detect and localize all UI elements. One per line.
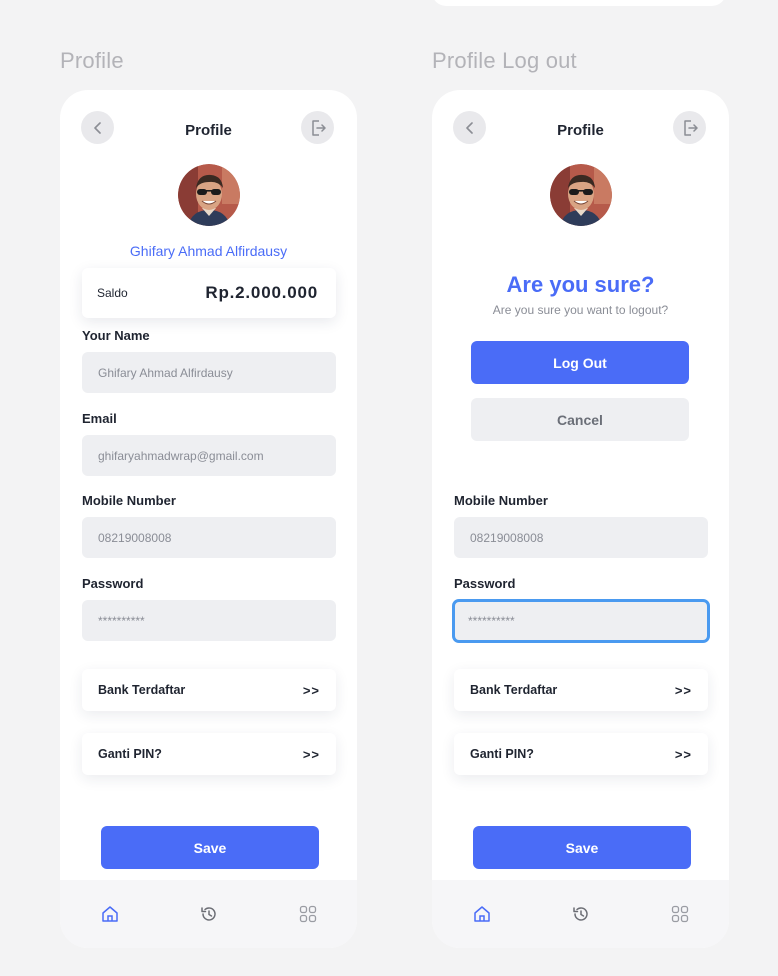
logout-icon-button[interactable] — [301, 111, 334, 144]
avatar — [550, 164, 612, 226]
nav-history[interactable] — [561, 894, 601, 934]
frame-title-logout: Profile Log out — [432, 48, 577, 73]
save-button[interactable]: Save — [101, 826, 319, 869]
balance-label: Saldo — [97, 286, 128, 300]
ganti-pin-row[interactable]: Ganti PIN? >> — [82, 733, 336, 775]
double-chevron-right-icon: >> — [674, 746, 692, 762]
avatar — [178, 164, 240, 226]
save-button[interactable]: Save — [473, 826, 691, 869]
previous-frame-edge — [432, 0, 726, 6]
double-chevron-right-icon: >> — [302, 746, 320, 762]
user-photo — [178, 164, 240, 226]
ganti-pin-row[interactable]: Ganti PIN? >> — [454, 733, 708, 775]
mobile-field[interactable] — [454, 517, 708, 558]
name-field[interactable] — [82, 352, 336, 393]
confirm-logout-button[interactable]: Log Out — [471, 341, 689, 384]
nav-menu[interactable] — [288, 894, 328, 934]
logout-door-icon — [311, 119, 326, 136]
password-label: Password — [82, 576, 144, 591]
user-photo — [550, 164, 612, 226]
balance-card: Saldo Rp.2.000.000 — [82, 268, 336, 318]
logout-dialog-title: Are you sure? — [506, 272, 655, 297]
frame-title-profile: Profile — [60, 48, 124, 73]
nav-history[interactable] — [189, 894, 229, 934]
user-name: Ghifary Ahmad Alfirdausy — [129, 243, 288, 259]
nav-menu[interactable] — [660, 894, 700, 934]
logout-door-icon — [683, 119, 698, 136]
mobile-label: Mobile Number — [454, 493, 548, 508]
balance-value: Rp.2.000.000 — [205, 283, 318, 302]
history-icon — [200, 907, 216, 921]
password-field[interactable] — [82, 600, 336, 641]
bank-terdaftar-row[interactable]: Bank Terdaftar >> — [454, 669, 708, 711]
double-chevron-right-icon: >> — [674, 682, 692, 698]
name-label: Your Name — [82, 328, 150, 343]
logout-icon-button[interactable] — [673, 111, 706, 144]
mobile-field[interactable] — [82, 517, 336, 558]
pin-row-label: Ganti PIN? — [98, 747, 162, 761]
grid-icon — [671, 905, 688, 923]
nav-home[interactable] — [90, 894, 130, 934]
profile-screen: Profile Ghifary Ahmad Alfirdausy Saldo R… — [60, 90, 357, 948]
double-chevron-right-icon: >> — [302, 682, 320, 698]
email-label: Email — [82, 411, 117, 426]
bottom-nav — [432, 880, 729, 948]
bank-terdaftar-row[interactable]: Bank Terdaftar >> — [82, 669, 336, 711]
grid-icon — [299, 905, 316, 923]
mobile-label: Mobile Number — [82, 493, 176, 508]
bank-row-label: Bank Terdaftar — [98, 683, 186, 697]
home-icon — [101, 906, 118, 922]
logout-dialog-subtitle: Are you sure you want to logout? — [492, 303, 669, 317]
pin-row-label: Ganti PIN? — [470, 747, 534, 761]
history-icon — [572, 907, 588, 921]
home-icon — [473, 906, 490, 922]
logout-screen: Profile Are you sure? Are you sure you w… — [432, 90, 729, 948]
bank-row-label: Bank Terdaftar — [470, 683, 558, 697]
cancel-button[interactable]: Cancel — [471, 398, 689, 441]
password-field[interactable] — [452, 599, 710, 643]
bottom-nav — [60, 880, 357, 948]
email-field[interactable] — [82, 435, 336, 476]
nav-home[interactable] — [462, 894, 502, 934]
password-label: Password — [454, 576, 516, 591]
